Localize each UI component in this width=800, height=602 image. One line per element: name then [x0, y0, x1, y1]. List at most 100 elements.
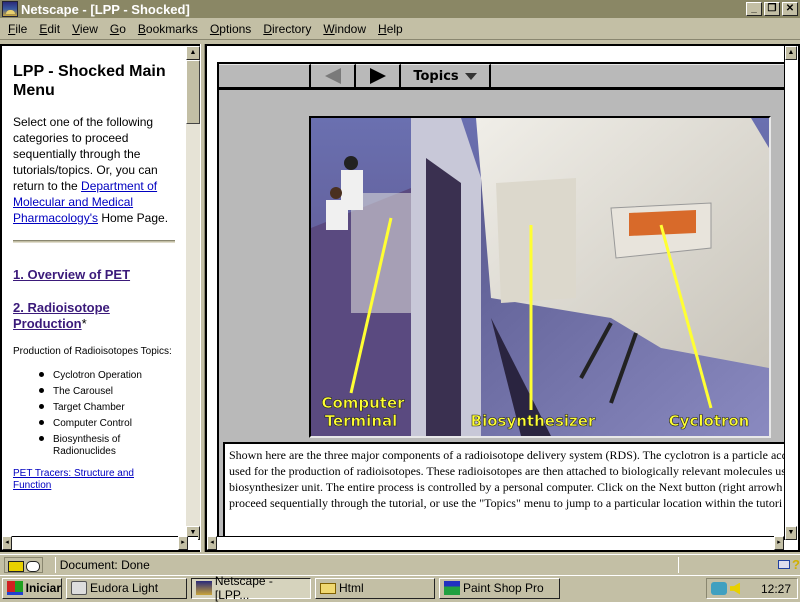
menu-accel: V [72, 21, 80, 36]
left-horizontal-scrollbar[interactable]: ◂ ▸ [2, 536, 198, 550]
menu-go[interactable]: Go [104, 22, 132, 36]
topics-heading: Production of Radioisotopes Topics: [13, 346, 172, 357]
menu-accel: B [137, 21, 146, 36]
menu-window[interactable]: Window [317, 22, 372, 36]
minimize-button[interactable]: _ [746, 2, 762, 16]
taskbar-item-paint-shop-pro[interactable]: Paint Shop Pro [439, 577, 560, 599]
menu-label: irectory [271, 21, 312, 36]
taskbar-item-html[interactable]: Html [315, 577, 435, 599]
horizontal-rule [13, 240, 175, 243]
menu-accel: D [263, 21, 272, 36]
topic-item: The Carousel [39, 386, 184, 398]
intro-text-end: Home Page. [98, 211, 169, 225]
menu-bar: File Edit View Go Bookmarks Options Dire… [0, 18, 800, 40]
menu-bookmarks[interactable]: Bookmarks [132, 22, 204, 36]
security-key-icon[interactable] [4, 556, 43, 573]
menu-directory[interactable]: Directory [257, 22, 317, 36]
taskbar-item-netscape[interactable]: Netscape - [LPP... [191, 574, 311, 602]
menu-accel: W [323, 21, 335, 36]
topic-item: Cyclotron Operation [39, 370, 184, 382]
menu-label: ile [15, 21, 28, 36]
topic-item: Target Chamber [39, 402, 184, 414]
netscape-icon [196, 581, 212, 595]
back-arrow-icon [324, 68, 341, 84]
scroll-down-button[interactable]: ▼ [785, 526, 797, 540]
topic-item: Computer Control [39, 418, 184, 430]
person-body [326, 200, 348, 230]
scroll-left-button[interactable]: ◂ [207, 536, 217, 550]
back-button[interactable] [311, 64, 356, 87]
left-vertical-scrollbar[interactable]: ▲ ▼ [186, 46, 200, 540]
topic-item: Biosynthesis of Radionuclides [39, 434, 184, 458]
next-arrow-icon [369, 68, 386, 84]
description-line: biosynthesizer unit. The entire process … [229, 480, 783, 494]
start-button[interactable]: Iniciar [2, 577, 62, 599]
person-head [344, 156, 358, 170]
toolbar-blank [219, 64, 311, 87]
task-label: Eudora Light [90, 581, 159, 595]
dropdown-arrow-icon [464, 72, 477, 80]
task-label: Netscape - [LPP... [214, 574, 273, 602]
pet-tracers-link[interactable]: PET Tracers: Structure and Function [13, 468, 163, 492]
rds-photo: Computer Terminal Biosynthesizer Cyclotr… [309, 116, 771, 438]
menu-label: indow [334, 21, 367, 36]
menu-help[interactable]: Help [372, 22, 409, 36]
mail-icon[interactable] [778, 560, 791, 569]
content-frame: Topics Computer Terminal Biosynthesizer … [205, 44, 800, 552]
topics-menu-button[interactable]: Topics [401, 64, 491, 87]
topics-label: Topics [413, 68, 459, 84]
description-line: Shown here are the three major component… [229, 448, 787, 462]
network-icon[interactable] [711, 582, 727, 595]
taskbar: Iniciar Eudora Light Netscape - [LPP... … [0, 574, 800, 602]
movie-toolbar: Topics [219, 62, 787, 90]
menu-edit[interactable]: Edit [33, 22, 66, 36]
menu-label: ookmarks [145, 21, 198, 36]
label-terminal: Terminal [325, 412, 398, 430]
description-text: Shown here are the three major component… [225, 444, 787, 514]
right-vertical-scrollbar[interactable]: ▲ ▼ [784, 46, 798, 540]
main-menu-title: LPP - Shocked Main Menu [13, 63, 166, 99]
start-label: Iniciar [25, 581, 61, 595]
menu-file[interactable]: File [2, 22, 33, 36]
menu-accel: G [109, 21, 120, 36]
scroll-thumb[interactable] [186, 60, 200, 124]
left-menu-frame: LPP - Shocked Main Menu Select one of th… [0, 44, 200, 552]
scroll-up-button[interactable]: ▲ [186, 46, 200, 60]
menu-label: ptions [219, 21, 252, 36]
shockwave-movie: Topics Computer Terminal Biosynthesizer … [217, 62, 787, 540]
taskbar-item-eudora[interactable]: Eudora Light [66, 577, 187, 599]
overview-of-pet-link[interactable]: 1. Overview of PET [13, 267, 184, 282]
right-horizontal-scrollbar[interactable]: ◂ ▸ [207, 536, 784, 550]
scroll-left-button[interactable]: ◂ [2, 536, 12, 550]
scroll-right-button[interactable]: ▸ [774, 536, 784, 550]
menu-label: dit [47, 21, 61, 36]
radioisotope-production-item: 2. Radioisotope Production* [13, 300, 153, 332]
window-titlebar: Netscape - [LPP - Shocked] _ ❐ ✕ [0, 0, 800, 18]
paint-shop-pro-icon [444, 581, 460, 595]
system-tray: 12:27 [706, 578, 798, 599]
label-computer: Computer [321, 394, 405, 412]
radioisotope-production-link[interactable]: 2. Radioisotope Production [13, 300, 110, 331]
terminal-desk [351, 193, 411, 313]
next-button[interactable] [356, 64, 401, 87]
menu-view[interactable]: View [66, 22, 104, 36]
close-button[interactable]: ✕ [782, 2, 798, 16]
help-icon[interactable]: ? [792, 557, 800, 572]
label-biosynthesizer: Biosynthesizer [471, 412, 596, 430]
status-text: Document: Done [54, 556, 538, 573]
description-line: used for the production of radioisotopes… [229, 464, 787, 478]
scroll-up-button[interactable]: ▲ [785, 46, 797, 60]
biosynthesizer-unit [496, 178, 576, 303]
intro-paragraph: Select one of the following categories t… [13, 114, 178, 226]
speaker-icon[interactable] [730, 582, 740, 595]
task-label: Paint Shop Pro [463, 581, 544, 595]
scroll-right-button[interactable]: ▸ [178, 536, 188, 550]
doorway [426, 158, 461, 436]
status-mail-area: ? [778, 557, 800, 572]
menu-options[interactable]: Options [204, 22, 257, 36]
menu-label: o [119, 21, 126, 36]
person-head [330, 187, 342, 199]
restore-button[interactable]: ❐ [764, 2, 780, 16]
menu-label: elp [386, 21, 403, 36]
clock[interactable]: 12:27 [761, 582, 791, 596]
